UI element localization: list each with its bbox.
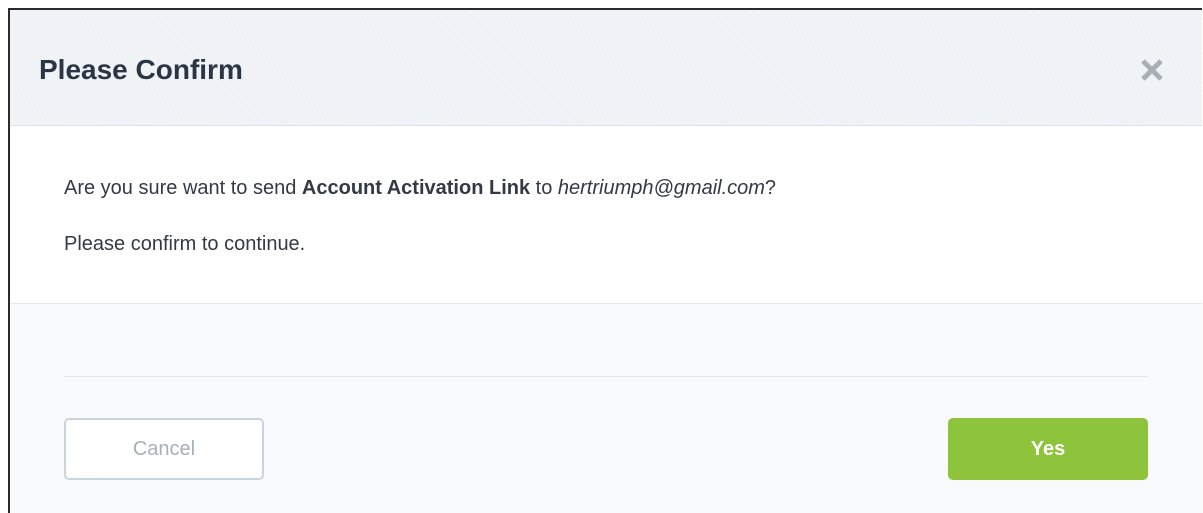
close-icon xyxy=(1141,59,1163,81)
message-prefix: Are you sure want to send xyxy=(64,177,302,199)
action-name: Account Activation Link xyxy=(301,177,531,199)
dialog-title: Please Confirm xyxy=(39,54,243,85)
confirm-dialog: Please Confirm Are you sure want to send… xyxy=(8,8,1202,513)
message-middle: to xyxy=(530,177,558,199)
cancel-button[interactable]: Cancel xyxy=(64,418,264,480)
close-button[interactable] xyxy=(1136,54,1168,86)
confirmation-message: Are you sure want to send Account Activa… xyxy=(64,174,776,202)
dialog-footer: Cancel Yes xyxy=(10,304,1202,513)
yes-button[interactable]: Yes xyxy=(948,418,1148,480)
recipient-email: hertriumph@gmail.com xyxy=(557,177,765,199)
dialog-header: Please Confirm xyxy=(10,10,1202,126)
message-suffix: ? xyxy=(764,177,777,199)
confirmation-prompt: Please confirm to continue. xyxy=(64,233,306,255)
dialog-body: Are you sure want to send Account Activa… xyxy=(10,126,1202,304)
footer-divider xyxy=(64,376,1148,377)
